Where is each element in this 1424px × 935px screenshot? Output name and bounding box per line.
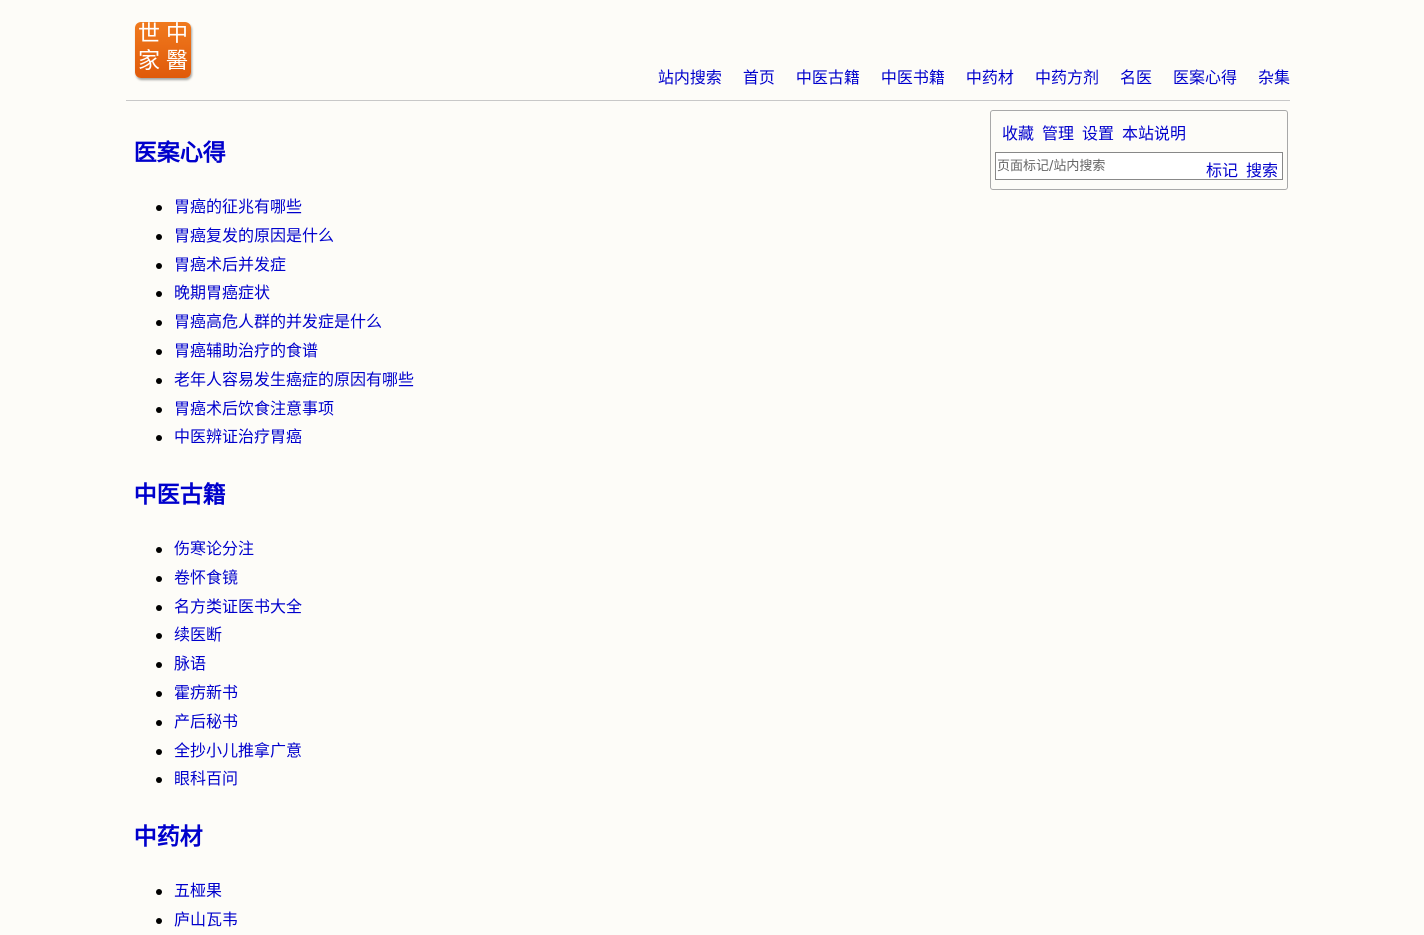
list-item: 续医断 xyxy=(134,621,302,650)
search-buttons: 标记 搜索 xyxy=(1198,157,1278,181)
list-item: 庐山瓦韦 xyxy=(134,906,238,935)
article-link[interactable]: 续医断 xyxy=(174,625,222,644)
article-link[interactable]: 伤寒论分注 xyxy=(174,539,254,558)
section-case-notes: 医案心得 胃癌的征兆有哪些 胃癌复发的原因是什么 胃癌术后并发症 晚期胃癌症状 … xyxy=(134,138,414,452)
list-item: 胃癌辅助治疗的食谱 xyxy=(134,337,414,366)
article-link[interactable]: 胃癌的征兆有哪些 xyxy=(174,197,302,216)
article-link[interactable]: 全抄小儿推拿广意 xyxy=(174,741,302,760)
about-link[interactable]: 本站说明 xyxy=(1122,120,1186,144)
mark-button[interactable]: 标记 xyxy=(1206,157,1238,181)
nav-formulas[interactable]: 中药方剂 xyxy=(1035,64,1099,88)
article-link[interactable]: 胃癌高危人群的并发症是什么 xyxy=(174,312,382,331)
article-link[interactable]: 晚期胃癌症状 xyxy=(174,283,270,302)
nav-site-search[interactable]: 站内搜索 xyxy=(658,64,722,88)
article-link[interactable]: 老年人容易发生癌症的原因有哪些 xyxy=(174,370,414,389)
search-bar: 标记 搜索 xyxy=(995,152,1283,180)
article-link[interactable]: 脉语 xyxy=(174,654,206,673)
toolbox-panel: 收藏 管理 设置 本站说明 标记 搜索 xyxy=(990,110,1288,190)
header-divider xyxy=(126,100,1290,101)
list-item: 老年人容易发生癌症的原因有哪些 xyxy=(134,366,414,395)
site-logo[interactable]: 世 中 家 醫 xyxy=(135,22,191,78)
section-herbs: 中药材 五桠果 庐山瓦韦 xyxy=(134,822,238,935)
article-link[interactable]: 眼科百问 xyxy=(174,769,238,788)
nav-famous-doctors[interactable]: 名医 xyxy=(1120,64,1152,88)
article-link[interactable]: 胃癌复发的原因是什么 xyxy=(174,226,334,245)
list-item: 卷怀食镜 xyxy=(134,564,302,593)
section-title: 医案心得 xyxy=(134,140,226,166)
search-button[interactable]: 搜索 xyxy=(1246,157,1278,181)
article-link[interactable]: 胃癌辅助治疗的食谱 xyxy=(174,341,318,360)
article-link[interactable]: 霍疠新书 xyxy=(174,683,238,702)
list-item: 脉语 xyxy=(134,650,302,679)
settings-link[interactable]: 设置 xyxy=(1082,120,1114,144)
article-link[interactable]: 中医辨证治疗胃癌 xyxy=(174,427,302,446)
list-item: 产后秘书 xyxy=(134,708,302,737)
section-title: 中药材 xyxy=(134,824,203,850)
favorite-link[interactable]: 收藏 xyxy=(1002,120,1034,144)
list-item: 胃癌术后饮食注意事项 xyxy=(134,395,414,424)
article-link[interactable]: 庐山瓦韦 xyxy=(174,910,238,929)
article-link[interactable]: 卷怀食镜 xyxy=(174,568,238,587)
article-link[interactable]: 胃癌术后饮食注意事项 xyxy=(174,399,334,418)
manage-link[interactable]: 管理 xyxy=(1042,120,1074,144)
list-item: 中医辨证治疗胃癌 xyxy=(134,423,414,452)
list-item: 霍疠新书 xyxy=(134,679,302,708)
nav-misc[interactable]: 杂集 xyxy=(1258,64,1290,88)
nav-herbs[interactable]: 中药材 xyxy=(966,64,1014,88)
list-item: 伤寒论分注 xyxy=(134,535,302,564)
search-input[interactable] xyxy=(997,155,1197,177)
list-item: 胃癌术后并发症 xyxy=(134,251,414,280)
logo-char: 醫 xyxy=(165,49,188,74)
list-item: 全抄小儿推拿广意 xyxy=(134,737,302,766)
nav-home[interactable]: 首页 xyxy=(743,64,775,88)
list-item: 晚期胃癌症状 xyxy=(134,279,414,308)
section-classics: 中医古籍 伤寒论分注 卷怀食镜 名方类证医书大全 续医断 脉语 霍疠新书 产后秘… xyxy=(134,480,302,794)
top-navigation: 站内搜索 首页 中医古籍 中医书籍 中药材 中药方剂 名医 医案心得 杂集 xyxy=(637,64,1290,88)
list-item: 胃癌高危人群的并发症是什么 xyxy=(134,308,414,337)
article-list: 五桠果 庐山瓦韦 xyxy=(134,877,238,935)
article-list: 胃癌的征兆有哪些 胃癌复发的原因是什么 胃癌术后并发症 晚期胃癌症状 胃癌高危人… xyxy=(134,193,414,452)
article-link[interactable]: 胃癌术后并发症 xyxy=(174,255,286,274)
section-title: 中医古籍 xyxy=(134,482,226,508)
list-item: 胃癌复发的原因是什么 xyxy=(134,222,414,251)
nav-books[interactable]: 中医书籍 xyxy=(881,64,945,88)
list-item: 眼科百问 xyxy=(134,765,302,794)
logo-char: 中 xyxy=(165,22,188,47)
article-link[interactable]: 五桠果 xyxy=(174,881,222,900)
nav-case-notes[interactable]: 医案心得 xyxy=(1173,64,1237,88)
article-list: 伤寒论分注 卷怀食镜 名方类证医书大全 续医断 脉语 霍疠新书 产后秘书 全抄小… xyxy=(134,535,302,794)
logo-char: 世 xyxy=(137,22,160,47)
list-item: 五桠果 xyxy=(134,877,238,906)
nav-classics[interactable]: 中医古籍 xyxy=(796,64,860,88)
toolbox-links: 收藏 管理 设置 本站说明 xyxy=(1002,120,1194,144)
list-item: 名方类证医书大全 xyxy=(134,593,302,622)
list-item: 胃癌的征兆有哪些 xyxy=(134,193,414,222)
article-link[interactable]: 名方类证医书大全 xyxy=(174,597,302,616)
logo-char: 家 xyxy=(137,49,160,74)
article-link[interactable]: 产后秘书 xyxy=(174,712,238,731)
